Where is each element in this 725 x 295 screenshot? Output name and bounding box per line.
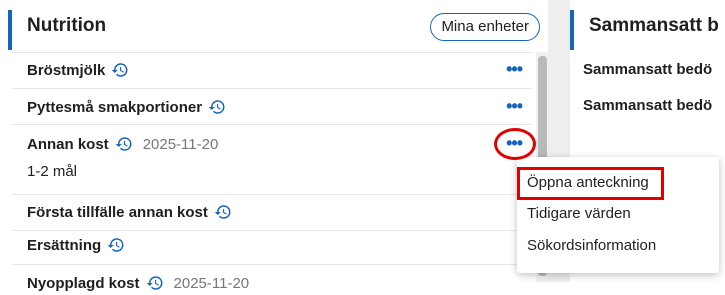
list-item[interactable]: Pyttesmå smakportioner ••• [12, 88, 532, 125]
row-label: Nyopplagd kost [27, 274, 140, 292]
history-icon[interactable] [111, 61, 129, 79]
row-label: Bröstmjölk [27, 61, 106, 79]
list-item[interactable]: Nyopplagd kost 2025-11-20 [12, 264, 532, 295]
panel-title: Nutrition [27, 15, 107, 36]
list-item[interactable]: Första tillfälle annan kost [12, 194, 532, 231]
right-panel-title: Sammansatt b [589, 15, 719, 36]
history-icon[interactable] [208, 98, 226, 116]
row-date: 2025-11-20 [142, 135, 219, 153]
history-icon[interactable] [115, 135, 133, 153]
row-label: Pyttesmå smakportioner [27, 98, 203, 116]
highlight-box [517, 167, 664, 200]
list-item[interactable]: Ersättning [12, 230, 532, 265]
history-icon[interactable] [146, 274, 164, 292]
row-label: Första tillfälle annan kost [27, 203, 208, 221]
list-item[interactable]: Annan kost 2025-11-20 1-2 mål ••• [12, 124, 532, 195]
mina-enheter-button[interactable]: Mina enheter [430, 13, 540, 41]
more-dots-icon[interactable]: ••• [506, 59, 523, 80]
history-icon[interactable] [214, 203, 232, 221]
history-icon[interactable] [107, 236, 125, 254]
list-item[interactable]: Bröstmjölk ••• [12, 52, 532, 89]
right-list-item[interactable]: Sammansatt bedö [583, 61, 712, 78]
row-date: 2025-11-20 [173, 274, 250, 292]
nutrition-header: Nutrition Mina enheter [12, 0, 548, 52]
more-dots-icon[interactable]: ••• [506, 96, 523, 117]
right-list-item[interactable]: Sammansatt bedö [583, 97, 712, 114]
highlight-circle [494, 128, 536, 160]
menu-item-previous-values[interactable]: Tidigare värden [527, 205, 631, 222]
row-label: Annan kost [27, 135, 109, 153]
row-label: Ersättning [27, 236, 102, 254]
panel-accent-bar [570, 10, 574, 50]
row-subtext: 1-2 mål [27, 163, 78, 180]
menu-item-keyword-info[interactable]: Sökordsinformation [527, 237, 656, 254]
